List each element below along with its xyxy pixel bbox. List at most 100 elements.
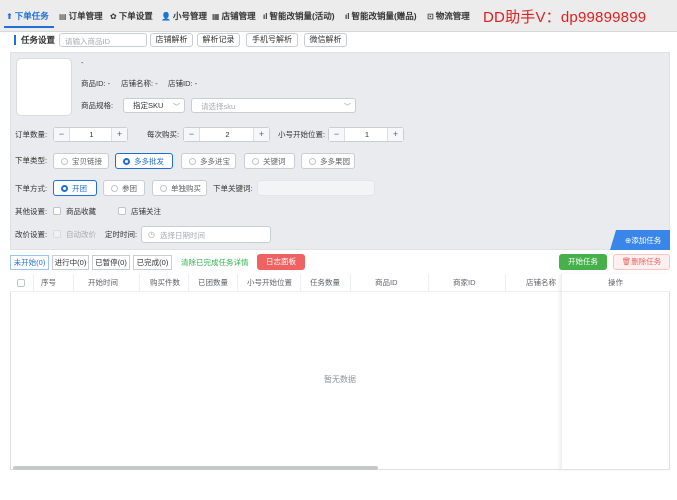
col-merchant-id: 商家ID xyxy=(453,278,476,287)
datetime-placeholder: 选择日期时间 xyxy=(160,231,205,240)
horizontal-scrollbar[interactable] xyxy=(13,466,378,470)
datetime-picker[interactable]: ◷ 选择日期时间 xyxy=(141,226,271,243)
nav-label: 智能改销量(活动) xyxy=(269,11,335,21)
nav-label: 智能改销量(赠品) xyxy=(351,11,417,21)
col-index: 序号 xyxy=(41,278,56,287)
radio-label: 多多进宝 xyxy=(200,156,230,166)
spec-select[interactable]: 指定SKU ﹀ xyxy=(123,98,185,113)
column-divider xyxy=(505,274,506,292)
order-type-link[interactable]: 宝贝链接 xyxy=(53,153,109,169)
price-change-label: 改价设置: xyxy=(15,230,48,239)
add-task-button[interactable]: ⊕添加任务 xyxy=(625,235,661,246)
upload-icon: ⬆ xyxy=(6,12,13,21)
tab-paused[interactable]: 已暂停(0) xyxy=(92,255,130,270)
nav-label: 小号管理 xyxy=(172,11,207,21)
sku-select[interactable]: 请选择sku ﹀ xyxy=(191,98,356,113)
phone-parse-button[interactable]: 手机号解析 xyxy=(246,33,298,47)
delete-task-label: 删除任务 xyxy=(631,257,662,266)
order-qty-stepper[interactable]: − 1 + xyxy=(53,127,128,142)
order-mode-single-buy[interactable]: 单独购买 xyxy=(152,180,207,196)
empty-state: 暂无数据 xyxy=(324,375,356,384)
auto-price-checkbox[interactable] xyxy=(53,230,61,238)
column-divider xyxy=(188,274,189,292)
nav-label: 下单任务 xyxy=(14,11,49,21)
per-buy-stepper[interactable]: − 2 + xyxy=(183,127,270,142)
radio-dot xyxy=(160,184,167,192)
active-tab-indicator xyxy=(4,26,54,28)
nav-logistics[interactable]: ⊡ 物流管理 xyxy=(427,5,470,27)
clear-completed-link[interactable]: 清除已完成任务详情 xyxy=(181,255,249,270)
order-keyword-label: 下单关键词: xyxy=(213,184,253,193)
wechat-parse-button[interactable]: 微信解析 xyxy=(304,33,347,47)
order-mode-open-group[interactable]: 开团 xyxy=(53,180,97,196)
plus-icon[interactable]: + xyxy=(253,128,269,141)
start-task-button[interactable]: 开始任务 xyxy=(559,254,607,270)
radio-label: 单独购买 xyxy=(171,183,201,193)
product-id-input[interactable]: 请输入商品ID xyxy=(59,33,147,47)
col-task-count: 任务数量 xyxy=(310,278,340,287)
order-type-orchard[interactable]: 多多果园 xyxy=(301,153,355,169)
auto-price-label: 自动改价 xyxy=(66,230,96,239)
order-type-jinbao[interactable]: 多多进宝 xyxy=(181,153,236,169)
per-buy-label: 每次购买: xyxy=(147,130,180,139)
order-type-keyword[interactable]: 关键词 xyxy=(244,153,295,169)
list-icon: ▤ xyxy=(59,12,67,21)
add-task-label: 添加任务 xyxy=(631,236,662,245)
timer-label: 定时时间: xyxy=(105,230,138,239)
nav-label: 店铺管理 xyxy=(221,11,256,21)
product-id-placeholder: 请输入商品ID xyxy=(65,37,110,46)
favorite-label: 商品收藏 xyxy=(66,207,96,216)
radio-label: 宝贝链接 xyxy=(72,156,102,166)
order-qty-label: 订单数量: xyxy=(15,130,48,139)
nav-order-settings[interactable]: ✿ 下单设置 xyxy=(110,5,153,27)
log-panel-button[interactable]: 日志面板 xyxy=(257,254,305,270)
shop-parse-button[interactable]: 店铺解析 xyxy=(150,33,193,47)
radio-label: 多多果园 xyxy=(320,156,350,166)
plus-icon[interactable]: + xyxy=(111,128,127,141)
order-type-wholesale[interactable]: 多多批发 xyxy=(115,153,173,169)
col-buy-count: 购买件数 xyxy=(150,278,180,287)
tab-completed[interactable]: 已完成(0) xyxy=(133,255,172,270)
nav-order-manage[interactable]: ▤ 订单管理 xyxy=(59,5,103,27)
parse-history-button[interactable]: 解析记录 xyxy=(197,33,240,47)
column-divider xyxy=(33,274,34,292)
nav-sales-gift[interactable]: ıl 智能改销量(赠品) xyxy=(345,5,417,27)
product-id-value: 商品ID: - xyxy=(81,79,111,88)
radio-dot xyxy=(189,157,196,165)
column-divider xyxy=(237,274,238,292)
spec-value: 指定SKU xyxy=(133,101,164,110)
shop-icon: ▦ xyxy=(212,12,220,21)
radio-dot xyxy=(309,157,316,165)
delete-task-button[interactable]: 🗑删除任务 xyxy=(613,254,670,270)
shop-name-value: 店铺名称: - xyxy=(121,79,158,88)
tab-in-progress[interactable]: 进行中(0) xyxy=(52,255,89,270)
actions-column xyxy=(561,274,670,470)
promo-text: DD助手V：dp99899899 xyxy=(483,9,647,26)
nav-order-task[interactable]: ⬆ 下单任务 xyxy=(6,5,49,27)
favorite-checkbox[interactable] xyxy=(53,207,61,215)
trash-icon: 🗑 xyxy=(621,257,632,266)
tab-not-started[interactable]: 未开始(0) xyxy=(10,255,49,270)
product-name: - xyxy=(81,58,84,67)
nav-sales-activity[interactable]: ıl 智能改销量(活动) xyxy=(263,5,335,27)
order-type-label: 下单类型: xyxy=(15,156,48,165)
follow-shop-label: 店铺关注 xyxy=(131,207,161,216)
col-start-pos: 小号开始位置 xyxy=(247,278,292,287)
radio-label: 关键词 xyxy=(263,156,286,166)
select-all-checkbox[interactable] xyxy=(17,279,25,287)
radio-dot xyxy=(111,184,118,192)
col-grouped-count: 已团数量 xyxy=(198,278,228,287)
start-pos-stepper[interactable]: − 1 + xyxy=(328,127,404,142)
nav-label: 下单设置 xyxy=(118,11,153,21)
plus-icon[interactable]: + xyxy=(387,128,403,141)
nav-shop-manage[interactable]: ▦ 店铺管理 xyxy=(212,5,256,27)
nav-label: 订单管理 xyxy=(68,11,103,21)
chevron-down-icon: ﹀ xyxy=(344,104,351,111)
follow-shop-checkbox[interactable] xyxy=(118,207,126,215)
col-shop-name: 店铺名称 xyxy=(526,278,556,287)
top-nav: ⬆ 下单任务 ▤ 订单管理 ✿ 下单设置 👤 小号管理 ▦ 店铺管理 ıl 智能改销量(活动… xyxy=(0,0,677,32)
order-keyword-input[interactable] xyxy=(257,180,375,196)
nav-account-manage[interactable]: 👤 小号管理 xyxy=(161,5,207,27)
order-mode-join-group[interactable]: 参团 xyxy=(103,180,145,196)
column-divider xyxy=(350,274,351,292)
